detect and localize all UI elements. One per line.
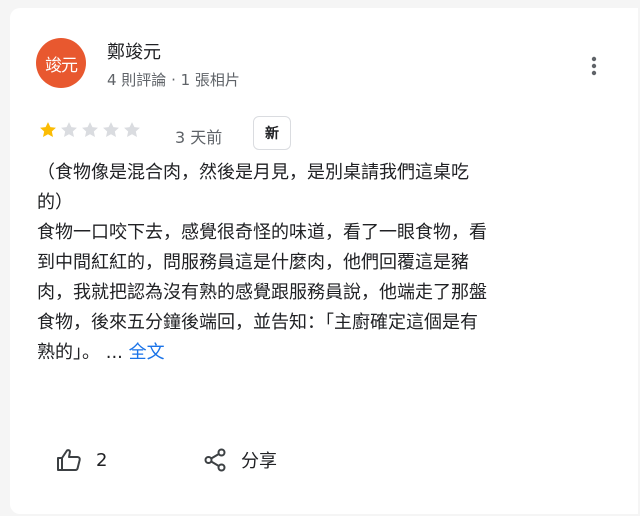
review-line: 熟的」。 ... [37, 342, 123, 363]
review-card: 竣元 鄭竣元 4 則評論 · 1 張相片 3 天前 新 （食物像是混合肉，然後是… [10, 8, 638, 514]
star-empty-icon [124, 122, 140, 137]
review-line: 食物一口咬下去，感覺很奇怪的味道，看了一眼食物，看 [37, 222, 487, 243]
review-line: 到中間紅紅的，問服務員這是什麼肉，他們回覆這是豬 [37, 252, 469, 273]
review-line: 食物，後來五分鐘後端回，並告知：「主廚確定這個是有 [37, 312, 478, 333]
more-vert-icon [591, 56, 597, 76]
reviewer-meta: 4 則評論 · 1 張相片 [107, 71, 240, 89]
share-label: 分享 [241, 451, 277, 472]
reviewer-name[interactable]: 鄭竣元 [107, 38, 161, 64]
review-line: 肉，我就把認為沒有熟的感覺跟服務員說，他端走了那盤 [37, 282, 487, 303]
review-time: 3 天前 [175, 128, 223, 147]
star-filled-icon [40, 122, 56, 137]
new-badge: 新 [253, 116, 291, 150]
star-empty-icon [82, 122, 98, 137]
like-button[interactable]: 2 [56, 442, 107, 478]
review-line: （食物像是混合肉，然後是月見，是別桌請我們這桌吃 [37, 162, 469, 183]
share-button[interactable]: 分享 [203, 442, 277, 478]
avatar-text: 竣元 [45, 55, 78, 76]
review-last-line: 熟的」。 ... 全文 [37, 338, 627, 368]
read-more-link[interactable]: 全文 [129, 342, 165, 363]
star-rating [38, 120, 142, 140]
more-options-button[interactable] [582, 54, 606, 78]
review-text: （食物像是混合肉，然後是月見，是別桌請我們這桌吃 的） 食物一口咬下去，感覺很奇… [37, 158, 627, 368]
thumb-up-icon [57, 449, 81, 471]
star-empty-icon [61, 122, 77, 137]
avatar[interactable]: 竣元 [36, 38, 86, 88]
review-line: 的） [37, 192, 73, 213]
share-icon [204, 448, 226, 472]
like-count: 2 [96, 449, 108, 471]
star-empty-icon [103, 122, 119, 137]
